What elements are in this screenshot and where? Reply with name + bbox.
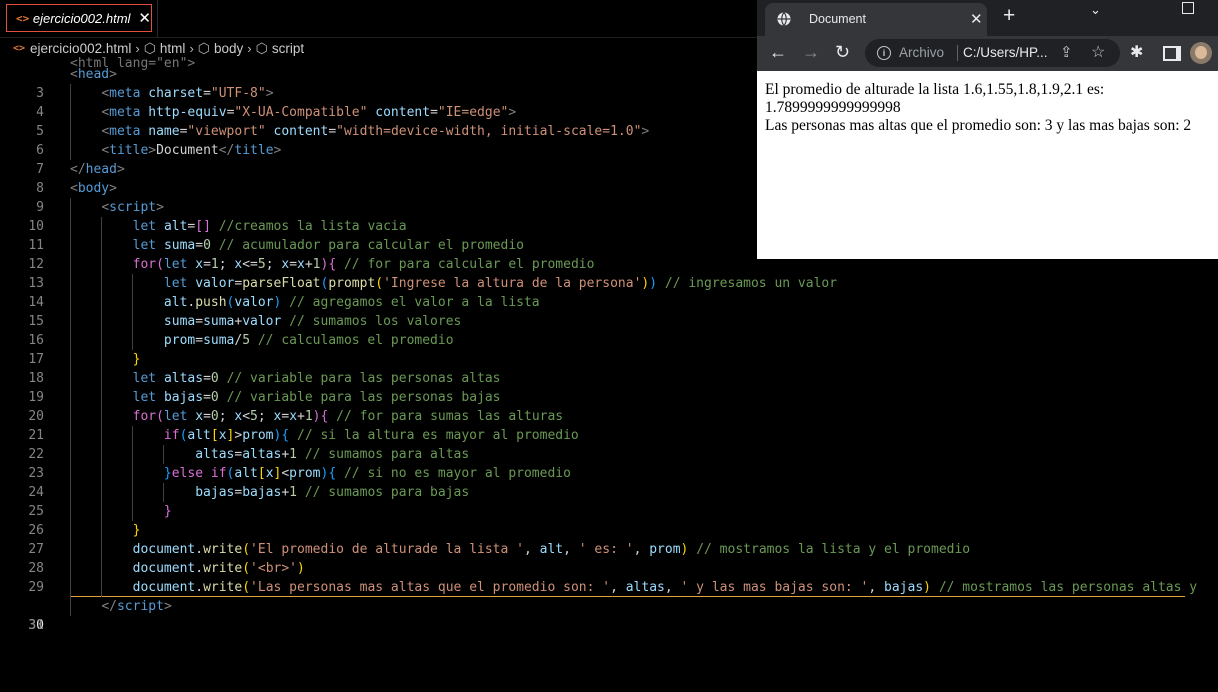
code-line: 17 prom=suma/5 // calculamos el promedio [0,331,1218,367]
browser-window: Document ✕ + ⌄ ← → ↻ i Archivo C:/Users/… [757,0,1218,259]
tab-label: ejercicio002.html [32,10,131,26]
code-text: for(let x=1; x<=5; x=x+1){ // for para c… [132,257,595,272]
address-url[interactable]: C:/Users/HP... [963,45,1048,60]
code-line: 20 let bajas=0 // variable para las pers… [0,388,1218,424]
maximize-icon[interactable] [1182,2,1194,14]
star-icon[interactable]: ☆ [1091,42,1105,62]
code-text: if(alt[x]>prom){ // si la altura es mayo… [163,428,579,443]
code-line: 26 } [0,502,1218,538]
page-content: El promedio de alturade la lista 1.6,1.5… [757,71,1218,259]
code-line-active: 30 document.write('Las personas mas alta… [0,578,1218,633]
close-icon[interactable]: ✕ [970,10,983,28]
tab-divider [157,0,158,37]
share-icon[interactable]: ⇪ [1060,43,1073,61]
code-text: altas=altas+1 // sumamos para altas [195,447,470,462]
back-arrow-icon[interactable]: ← [769,42,787,63]
side-panel-icon[interactable] [1163,46,1181,61]
code-text: <body> [70,181,117,196]
code-text: for(let x=0; x<5; x=x+1){ // for para su… [132,409,564,424]
code-line: 31 </script> [0,597,1218,633]
code-text: let bajas=0 // variable para las persona… [132,390,501,405]
code-line: 18 } [0,350,1218,386]
code-line: 24 }else if(alt[x]<prom){ // si no es ma… [0,464,1218,500]
address-scheme-label: Archivo [899,45,945,60]
code-text: <meta http-equiv="X-UA-Compatible" conte… [101,105,517,120]
close-icon[interactable]: ✕ [138,9,151,27]
code-text: } [163,504,172,519]
code-text: }else if(alt[x]<prom){ // si no es mayor… [163,466,571,481]
avatar[interactable] [1190,42,1212,64]
globe-icon [777,12,791,26]
code-text: <meta name="viewport" content="width=dev… [101,124,650,139]
code-text: document.write('<br>') [132,561,305,576]
code-text: let altas=0 // variable para las persona… [132,371,501,386]
output-line-average: El promedio de alturade la lista 1.6,1.5… [765,81,1105,116]
code-text: document.write('El promedio de alturade … [132,542,971,557]
code-text: </head> [70,162,125,177]
code-text: document.write('Las personas mas altas q… [132,580,1198,595]
code-line: 29 document.write('<br>') [0,559,1218,595]
address-bar[interactable]: i Archivo C:/Users/HP... ⇪ ☆ [865,39,1120,67]
reload-icon[interactable]: ↻ [835,42,850,63]
chevron-down-icon[interactable]: ⌄ [1090,2,1101,18]
code-text: } [132,352,141,367]
code-text: <meta charset="UTF-8"> [101,86,274,101]
code-line: 21 for(let x=0; x<5; x=x+1){ // for para… [0,407,1218,443]
code-text: prom=suma/5 // calculamos el promedio [163,333,454,348]
code-line: 27 } [0,521,1218,557]
code-text: </script> [101,599,172,614]
code-text: let suma=0 // acumulador para calcular e… [132,238,524,253]
browser-toolbar: ← → ↻ i Archivo C:/Users/HP... ⇪ ☆ ✱ [757,36,1218,71]
code-text: <head> [70,67,117,82]
code-line: 22 if(alt[x]>prom){ // si la altura es m… [0,426,1218,462]
code-text: bajas=bajas+1 // sumamos para bajas [195,485,470,500]
address-divider [957,45,958,61]
code-text: <script> [101,200,164,215]
code-text: let alt=[] //creamos la lista vacia [132,219,407,234]
code-line: 15 alt.push(valor) // agregamos el valor… [0,293,1218,329]
browser-tab-title: Document [809,12,866,26]
output-line-counts: Las personas mas altas que el promedio s… [765,117,1192,134]
tab-ejercicio002[interactable]: <> ejercicio002.html ✕ [6,4,152,32]
browser-title-bar: Document ✕ + ⌄ [757,0,1218,36]
forward-arrow-icon[interactable]: → [802,42,820,63]
code-line: 25 bajas=bajas+1 // sumamos para bajas [0,483,1218,519]
code-line: 16 suma=suma+valor // sumamos los valore… [0,312,1218,348]
code-text: <title>Document</title> [101,143,282,158]
code-line: 23 altas=altas+1 // sumamos para altas [0,445,1218,481]
code-line: 14 let valor=parseFloat(prompt('Ingrese … [0,274,1218,310]
code-text: alt.push(valor) // agregamos el valor a … [163,295,540,310]
html-file-icon: <> [16,11,30,25]
code-text: suma=suma+valor // sumamos los valores [163,314,462,329]
line-number: 31 [28,618,44,633]
new-tab-button[interactable]: + [1003,4,1015,28]
code-line: 28 document.write('El promedio de altura… [0,540,1218,576]
extensions-icon[interactable]: ✱ [1130,42,1143,62]
html-file-icon: <> [13,42,26,54]
code-line: 19 let altas=0 // variable para las pers… [0,369,1218,405]
info-icon[interactable]: i [877,46,891,60]
code-text: } [132,523,141,538]
browser-tab-document[interactable]: Document ✕ [765,3,987,36]
code-text: let valor=parseFloat(prompt('Ingrese la … [163,276,838,291]
